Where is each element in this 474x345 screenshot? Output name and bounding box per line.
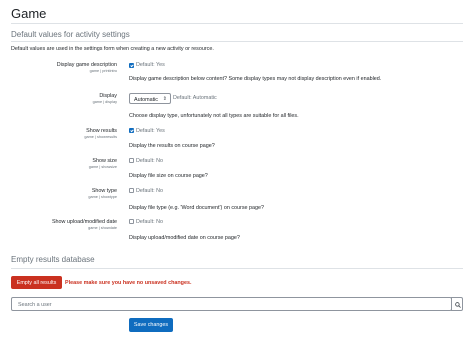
setting-default: Default: Yes bbox=[136, 128, 165, 134]
setting-label: Show upload/modified date bbox=[51, 219, 117, 225]
save-changes-button[interactable]: Save changes bbox=[129, 318, 173, 332]
showsize-checkbox[interactable] bbox=[129, 158, 134, 163]
setting-help: Choose display type, unfortunately not a… bbox=[129, 113, 299, 119]
empty-all-results-button[interactable]: Empty all results bbox=[11, 276, 62, 289]
defaults-section-description: Default values are used in the settings … bbox=[11, 46, 214, 52]
setting-help: Display the results on course page? bbox=[129, 143, 215, 149]
setting-label: Display bbox=[99, 93, 117, 99]
setting-help: Display upload/modified date on course p… bbox=[129, 235, 240, 241]
results-section-heading: Empty results database bbox=[11, 255, 95, 264]
results-section-divider bbox=[11, 268, 463, 269]
showtype-checkbox[interactable] bbox=[129, 188, 134, 193]
setting-help: Display file size on course page? bbox=[129, 173, 208, 179]
setting-label: Show size bbox=[92, 158, 117, 164]
search-user-input[interactable]: Search a user bbox=[11, 297, 452, 311]
page-title: Game bbox=[11, 6, 47, 21]
setting-key: game | showtype bbox=[88, 195, 117, 199]
setting-default: Default: No bbox=[136, 219, 163, 225]
setting-default: Default: Automatic bbox=[173, 95, 217, 101]
empty-all-results-label: Empty all results bbox=[16, 279, 57, 286]
setting-help: Display game description below content? … bbox=[129, 76, 382, 82]
defaults-section-divider bbox=[11, 41, 463, 42]
setting-label: Show type bbox=[91, 188, 117, 194]
setting-key: game | printintro bbox=[89, 69, 117, 73]
setting-default: Default: No bbox=[136, 158, 163, 164]
setting-label: Show results bbox=[86, 128, 117, 134]
setting-key: game | showresults bbox=[84, 135, 117, 139]
title-divider bbox=[11, 23, 463, 24]
setting-default: Default: No bbox=[136, 188, 163, 194]
display-select-value: Automatic bbox=[134, 96, 158, 103]
save-changes-label: Save changes bbox=[133, 322, 169, 328]
showdate-checkbox[interactable] bbox=[129, 219, 134, 224]
setting-default: Default: Yes bbox=[136, 62, 165, 68]
chevron-updown-icon: ⇕ bbox=[162, 96, 167, 102]
unsaved-changes-warning: Please make sure you have no unsaved cha… bbox=[65, 280, 192, 286]
search-button[interactable] bbox=[451, 297, 463, 311]
setting-key: game | showdate bbox=[88, 226, 117, 230]
setting-label: Display game description bbox=[56, 62, 117, 68]
search-icon bbox=[454, 301, 461, 308]
setting-help: Display file type (e.g. 'Word document')… bbox=[129, 205, 264, 211]
display-select[interactable]: Automatic ⇕ bbox=[129, 93, 171, 104]
setting-key: game | showsize bbox=[88, 165, 117, 169]
setting-key: game | display bbox=[92, 100, 117, 104]
printintro-checkbox[interactable] bbox=[129, 63, 134, 68]
defaults-section-heading: Default values for activity settings bbox=[11, 30, 130, 39]
search-placeholder: Search a user bbox=[18, 302, 52, 308]
showresults-checkbox[interactable] bbox=[129, 128, 134, 133]
